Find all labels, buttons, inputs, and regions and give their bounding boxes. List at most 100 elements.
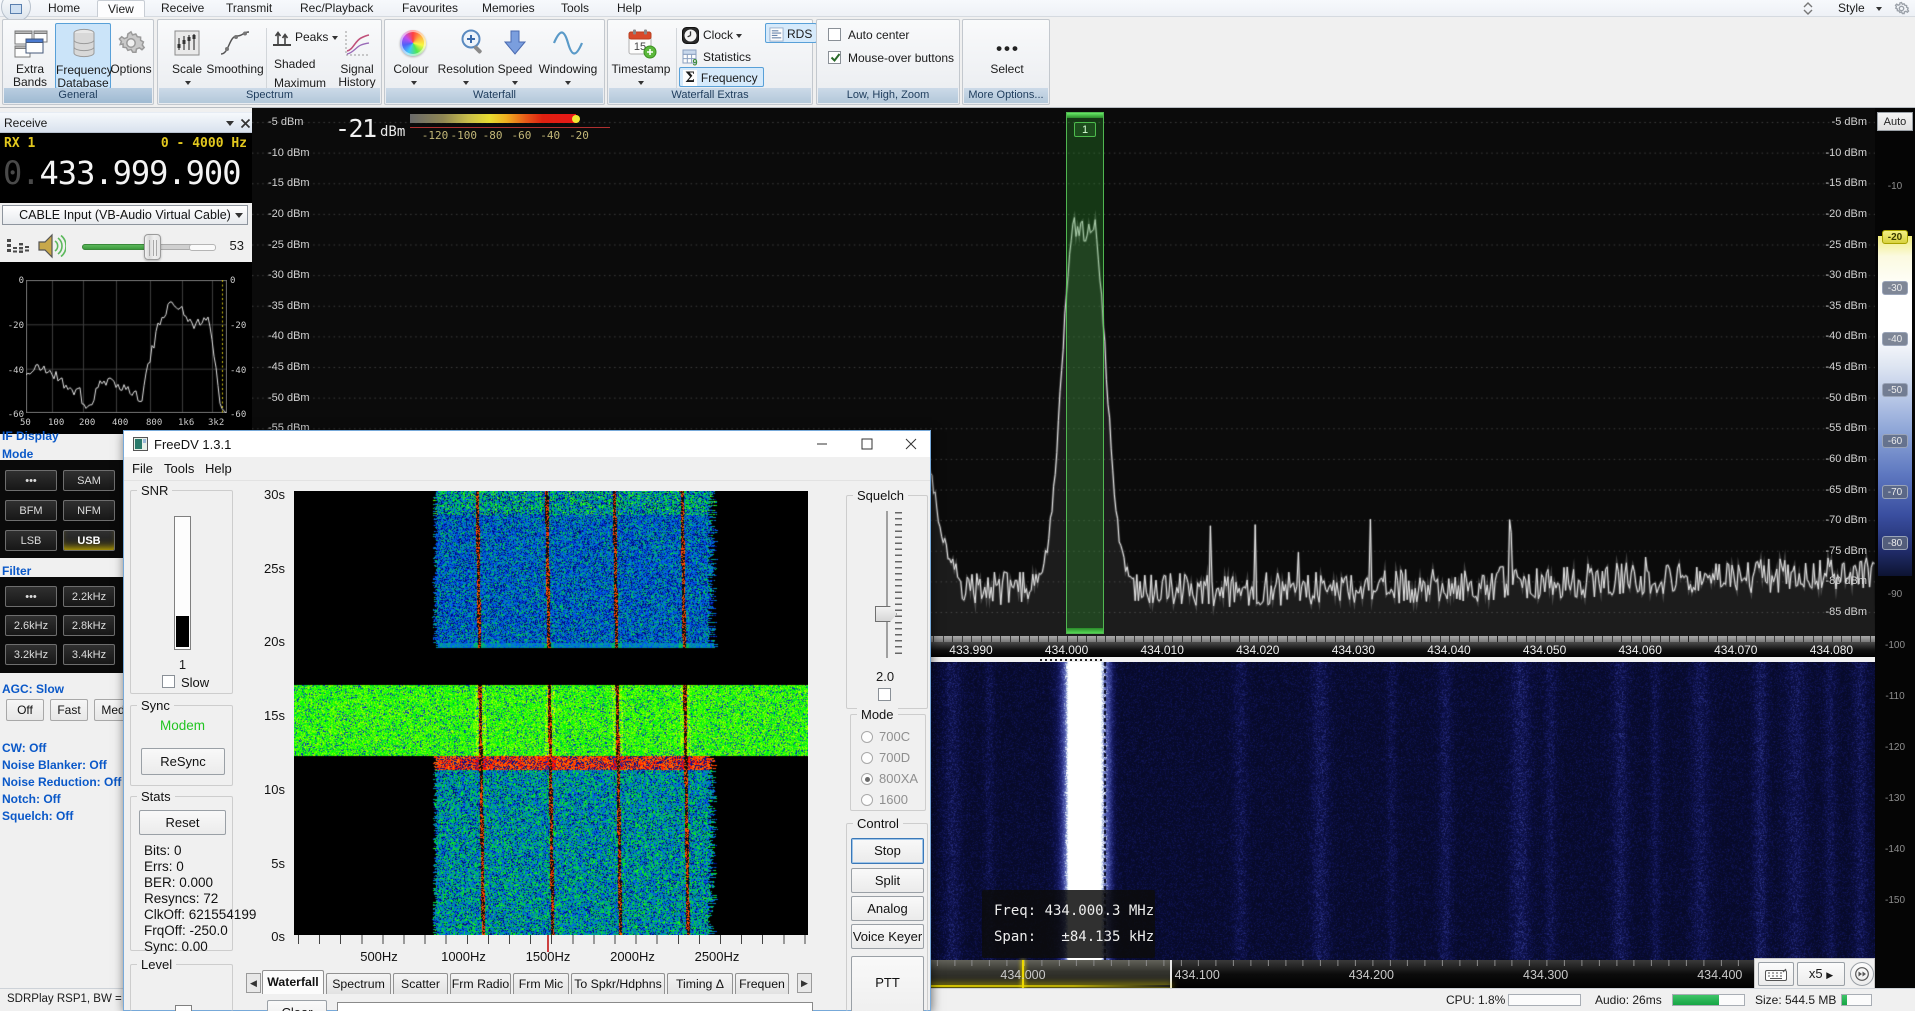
- freedv-menu-file[interactable]: File: [132, 461, 153, 476]
- settings-gear-icon[interactable]: [1893, 0, 1910, 20]
- speaker-icon[interactable]: [36, 232, 66, 260]
- select-button[interactable]: ••• Select: [980, 23, 1034, 89]
- zoom-x5-button[interactable]: x5 ▶: [1797, 962, 1845, 986]
- rds-button[interactable]: RDS: [765, 23, 817, 43]
- dsp-toggle-noise-reduction[interactable]: Noise Reduction: Off: [2, 775, 121, 789]
- auto-center-checkbox[interactable]: [828, 28, 841, 41]
- panel-menu-chevron-icon[interactable]: [226, 121, 234, 126]
- resolution-button[interactable]: Resolution: [435, 23, 497, 89]
- ribbon-tab-receive[interactable]: Receive: [151, 0, 214, 17]
- freedv-window[interactable]: FreeDV 1.3.1 File Tools Help SNR 1 Slow …: [123, 430, 931, 1011]
- filter-button-2.6khz[interactable]: 2.6kHz: [5, 615, 57, 636]
- ribbon-tab-favourites[interactable]: Favourites: [392, 0, 468, 17]
- mode-button-nfm[interactable]: NFM: [63, 500, 115, 521]
- palette-high-marker[interactable]: -20: [1882, 230, 1908, 244]
- mode-button-usb[interactable]: USB: [63, 530, 115, 551]
- filter-button-2.8khz[interactable]: 2.8kHz: [63, 615, 115, 636]
- signal-history-button[interactable]: Signal History: [333, 23, 381, 89]
- colour-button[interactable]: Colour: [387, 23, 435, 89]
- audio-device-select[interactable]: CABLE Input (VB-Audio Virtual Cable): [2, 205, 248, 225]
- filter-button-3.2khz[interactable]: 3.2kHz: [5, 644, 57, 665]
- freedv-tab-to-spkr-hdphns[interactable]: To Spkr/Hdphns: [571, 973, 665, 994]
- ribbon-tab-rec-playback[interactable]: Rec/Playback: [290, 0, 383, 17]
- smoothing-button[interactable]: Smoothing: [206, 23, 264, 89]
- channel-filter-band[interactable]: 1: [1066, 112, 1104, 634]
- freedv-tab-frm-radio[interactable]: Frm Radio: [450, 973, 511, 994]
- ribbon-tab-transmit[interactable]: Transmit: [216, 0, 282, 17]
- agc-button-off[interactable]: Off: [6, 699, 44, 721]
- freedv-maximize-button[interactable]: [852, 431, 882, 457]
- freedv-tab-scatter[interactable]: Scatter: [393, 973, 448, 994]
- freedv-title-bar[interactable]: FreeDV 1.3.1: [124, 431, 930, 457]
- ribbon-collapse-icon[interactable]: [1800, 1, 1816, 16]
- frequency-database-button[interactable]: Frequency Database: [55, 23, 111, 89]
- dsp-toggle-noise-blanker[interactable]: Noise Blanker: Off: [2, 758, 107, 772]
- freedv-menu-help[interactable]: Help: [205, 461, 232, 476]
- ribbon-tab-tools[interactable]: Tools: [551, 0, 599, 17]
- clock-button[interactable]: Clock: [682, 25, 742, 45]
- dsp-toggle-notch[interactable]: Notch: Off: [2, 792, 61, 806]
- tab-scroll-right[interactable]: ▶: [797, 973, 812, 993]
- freedv-menu-tools[interactable]: Tools: [164, 461, 194, 476]
- freedv-text-field[interactable]: [337, 1002, 813, 1011]
- shaded-button[interactable]: Shaded: [274, 54, 315, 74]
- tab-scroll-left[interactable]: ◀: [246, 973, 261, 993]
- volume-slider-thumb[interactable]: [144, 234, 161, 260]
- filter-button-3.4khz[interactable]: 3.4kHz: [63, 644, 115, 665]
- freedv-tab-timing-[interactable]: Timing Δ: [667, 973, 733, 994]
- mode-button-[interactable]: •••: [5, 470, 57, 491]
- freedv-tab-frm-mic[interactable]: Frm Mic: [513, 973, 569, 994]
- freedv-minimize-button[interactable]: [807, 431, 837, 457]
- squelch-slider-thumb[interactable]: [875, 606, 897, 622]
- stop-button[interactable]: Stop: [851, 838, 924, 864]
- style-menu[interactable]: Style: [1838, 1, 1865, 15]
- frequency-display[interactable]: RX 1 0 - 4000 Hz 0.433.999.900: [0, 133, 252, 203]
- speed-button[interactable]: Speed: [497, 23, 533, 89]
- dsp-toggle-cw[interactable]: CW: Off: [2, 741, 46, 755]
- freedv-tab-spectrum[interactable]: Spectrum: [326, 973, 391, 994]
- ptt-button[interactable]: PTT: [851, 956, 924, 1011]
- ribbon-tab-home[interactable]: Home: [38, 0, 90, 17]
- freedv-mode-radio-700d[interactable]: [861, 752, 873, 764]
- windowing-button[interactable]: Windowing: [533, 23, 603, 89]
- peaks-button[interactable]: Peaks: [272, 27, 338, 47]
- extra-bands-button[interactable]: Extra Bands: [3, 23, 57, 89]
- ribbon-tab-view[interactable]: View: [97, 0, 145, 17]
- mode-button-lsb[interactable]: LSB: [5, 530, 57, 551]
- ribbon-tab-memories[interactable]: Memories: [472, 0, 545, 17]
- mode-button-sam[interactable]: SAM: [63, 470, 115, 491]
- mouse-over-buttons-checkbox[interactable]: [828, 51, 841, 64]
- scale-button[interactable]: Scale: [163, 23, 211, 89]
- statistics-button[interactable]: 9 Statistics: [682, 47, 751, 67]
- squelch-slider-track[interactable]: [886, 511, 888, 658]
- freedv-tab-frequen[interactable]: Frequen: [735, 973, 789, 994]
- receive-panel-header[interactable]: Receive: [0, 112, 252, 133]
- freedv-mode-radio-800xa[interactable]: [861, 773, 873, 785]
- freedv-tab-waterfall[interactable]: Waterfall: [262, 970, 324, 994]
- ribbon-tab-help[interactable]: Help: [607, 0, 652, 17]
- clear-button[interactable]: Clear: [267, 1000, 327, 1011]
- audio-spectrum-canvas[interactable]: [26, 280, 227, 413]
- stats-reset-button[interactable]: Reset: [139, 810, 226, 835]
- dsp-toggle-squelch[interactable]: Squelch: Off: [2, 809, 73, 823]
- options-button[interactable]: Options: [109, 23, 153, 89]
- frequency-button[interactable]: ΣFrequency: [679, 67, 764, 87]
- timestamp-button[interactable]: 15 Timestamp: [610, 23, 672, 89]
- filter-button-2.2khz[interactable]: 2.2kHz: [63, 586, 115, 607]
- equalizer-icon[interactable]: [7, 235, 31, 257]
- analog-button[interactable]: Analog: [851, 896, 924, 921]
- frequency-value[interactable]: 0.433.999.900: [3, 154, 240, 192]
- voice-keyer-button[interactable]: Voice Keyer: [851, 924, 924, 949]
- freedv-waterfall-canvas[interactable]: [294, 491, 808, 935]
- agc-button-fast[interactable]: Fast: [50, 699, 88, 721]
- squelch-checkbox[interactable]: [878, 688, 891, 701]
- channel-badge[interactable]: 1: [1074, 122, 1096, 137]
- freedv-mode-radio-1600[interactable]: [861, 794, 873, 806]
- snr-slow-checkbox[interactable]: [162, 675, 175, 688]
- fast-forward-button[interactable]: [1850, 962, 1874, 986]
- freedv-mode-radio-700c[interactable]: [861, 731, 873, 743]
- freedv-close-button[interactable]: [896, 431, 926, 457]
- palette-auto-button[interactable]: Auto: [1877, 112, 1913, 131]
- style-dropdown-arrow[interactable]: [1876, 7, 1882, 11]
- keyboard-entry-button[interactable]: [1758, 962, 1794, 986]
